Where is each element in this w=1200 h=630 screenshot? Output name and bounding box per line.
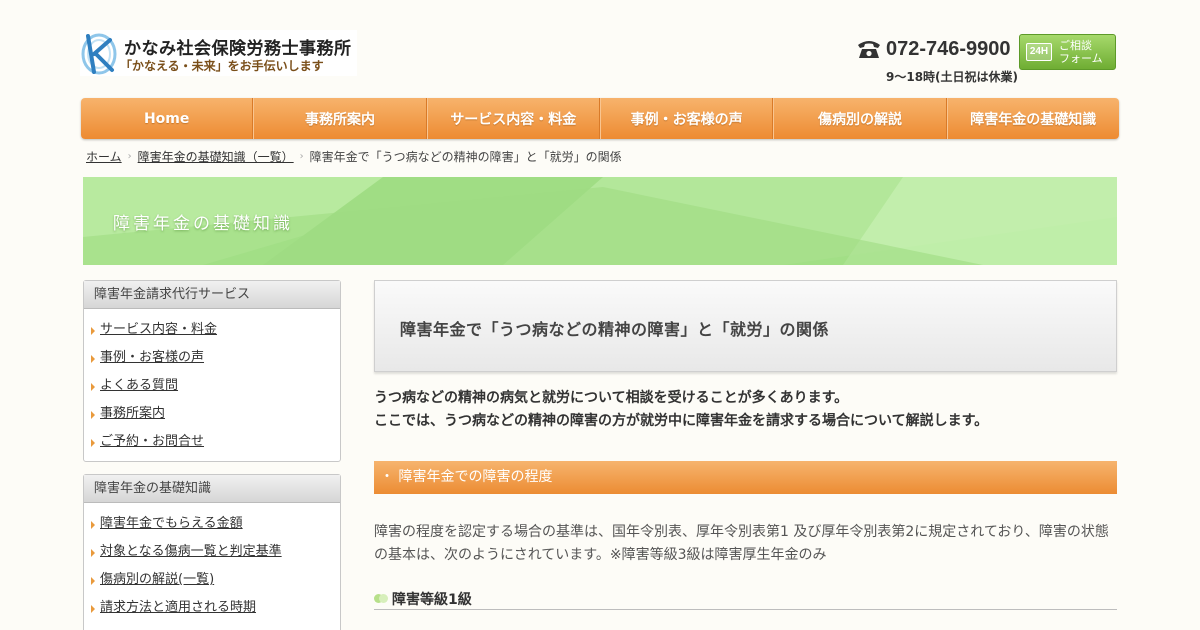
breadcrumb-current: 障害年金で「うつ病などの精神の障害」と「就労」の関係 [309,150,622,164]
logo-mark-icon [81,33,117,75]
intro-line-1: うつ病などの精神の病気と就労について相談を受けることが多くあります。 [374,390,849,406]
sidebar-link[interactable]: よくある質問 [100,378,178,393]
sidebar-item[interactable]: 対象となる傷病一覧と判定基準 [84,539,340,567]
article-title: 障害年金で「うつ病などの精神の障害」と「就労」の関係 [400,320,830,339]
nav-home[interactable]: Home [81,98,254,139]
sidebar-link[interactable]: 事例・お客様の声 [100,350,204,365]
banner-title: 障害年金の基礎知識 [113,214,293,234]
breadcrumb-separator-icon: › [127,151,132,162]
breadcrumb: ホーム › 障害年金の基礎知識（一覧） › 障害年金で「うつ病などの精神の障害」… [86,148,622,165]
sidebar-item[interactable]: 事務所案内 [84,401,340,429]
nav-services[interactable]: サービス内容・料金 [426,98,600,139]
section-paragraph: 障害の程度を認定する場合の基準は、国年令別表、厚年令別表第1 及び厚年令別表第2… [374,524,1109,563]
sidebar-basics-heading: 障害年金の基礎知識 [84,475,340,503]
intro-line-2: ここでは、うつ病などの精神の障害の方が就労中に障害年金を請求する場合について解説… [374,413,989,429]
sidebar-service-heading: 障害年金請求代行サービス [84,281,340,309]
logo-name: かなみ社会保険労務士事務所 [124,39,352,59]
sidebar-item[interactable]: 障害年金でもらえる金額 [84,511,340,539]
article-intro: うつ病などの精神の病気と就労について相談を受けることが多くあります。 ここでは、… [374,387,1117,433]
sidebar-item[interactable]: サービス内容・料金 [84,317,340,345]
sidebar-item[interactable]: 傷病別の解説(一覧) [84,567,340,595]
sidebar-item[interactable]: ご予約・お問合せ [84,429,340,457]
nav-basics[interactable]: 障害年金の基礎知識 [946,98,1119,139]
consult-form-label: ご相談 フォーム [1059,39,1103,65]
business-hours: 9〜18時(土日祝は休業) [886,70,1019,84]
subheading: 障害等級1級 [374,588,1117,610]
category-banner: 障害年金の基礎知識 [83,177,1117,265]
section-heading: ・ 障害年金での障害の程度 [374,461,1117,494]
sidebar-link[interactable]: 傷病別の解説(一覧) [100,572,214,587]
breadcrumb-separator-icon: › [299,151,304,162]
sidebar-link[interactable]: ご予約・お問合せ [100,434,204,449]
section-heading-text: ・ 障害年金での障害の程度 [380,469,553,485]
breadcrumb-parent[interactable]: 障害年金の基礎知識（一覧） [138,148,294,165]
global-nav: Home 事務所案内 サービス内容・料金 事例・お客様の声 傷病別の解説 障害年… [81,98,1119,139]
telephone-icon [858,41,880,58]
sidebar-item[interactable]: 請求方法と適用される時期 [84,595,340,623]
sidebar-service-box: 障害年金請求代行サービス サービス内容・料金 事例・お客様の声 よくある質問 事… [83,280,341,462]
nav-cases[interactable]: 事例・お客様の声 [599,98,774,139]
sidebar-link[interactable]: 対象となる傷病一覧と判定基準 [100,544,282,559]
24h-badge: 24H [1026,43,1052,61]
consult-form-button[interactable]: 24H ご相談 フォーム [1019,34,1116,70]
sidebar-item[interactable]: 事例・お客様の声 [84,345,340,373]
subheading-text: 障害等級1級 [392,592,472,608]
bullet-dot-icon [379,594,388,603]
sidebar-link[interactable]: 障害年金でもらえる金額 [100,516,243,531]
sidebar-basics-box: 障害年金の基礎知識 障害年金でもらえる金額 対象となる傷病一覧と判定基準 傷病別… [83,474,341,630]
sidebar-link[interactable]: サービス内容・料金 [100,322,217,337]
nav-by-illness[interactable]: 傷病別の解説 [773,98,947,139]
sidebar-link[interactable]: 事務所案内 [100,406,165,421]
sidebar-link[interactable]: 請求方法と適用される時期 [100,600,256,615]
sidebar-item[interactable]: よくある質問 [84,373,340,401]
logo-tagline: 「かなえる・未来」をお手伝いします [120,59,324,73]
phone-number-text: 072-746-9900 [886,37,1011,60]
phone-number[interactable]: 072-746-9900 [856,35,1011,63]
site-logo[interactable]: かなみ社会保険労務士事務所 「かなえる・未来」をお手伝いします [80,30,357,76]
article-title-box: 障害年金で「うつ病などの精神の障害」と「就労」の関係 [374,280,1117,372]
nav-office-info[interactable]: 事務所案内 [253,98,427,139]
breadcrumb-home[interactable]: ホーム [86,148,122,165]
